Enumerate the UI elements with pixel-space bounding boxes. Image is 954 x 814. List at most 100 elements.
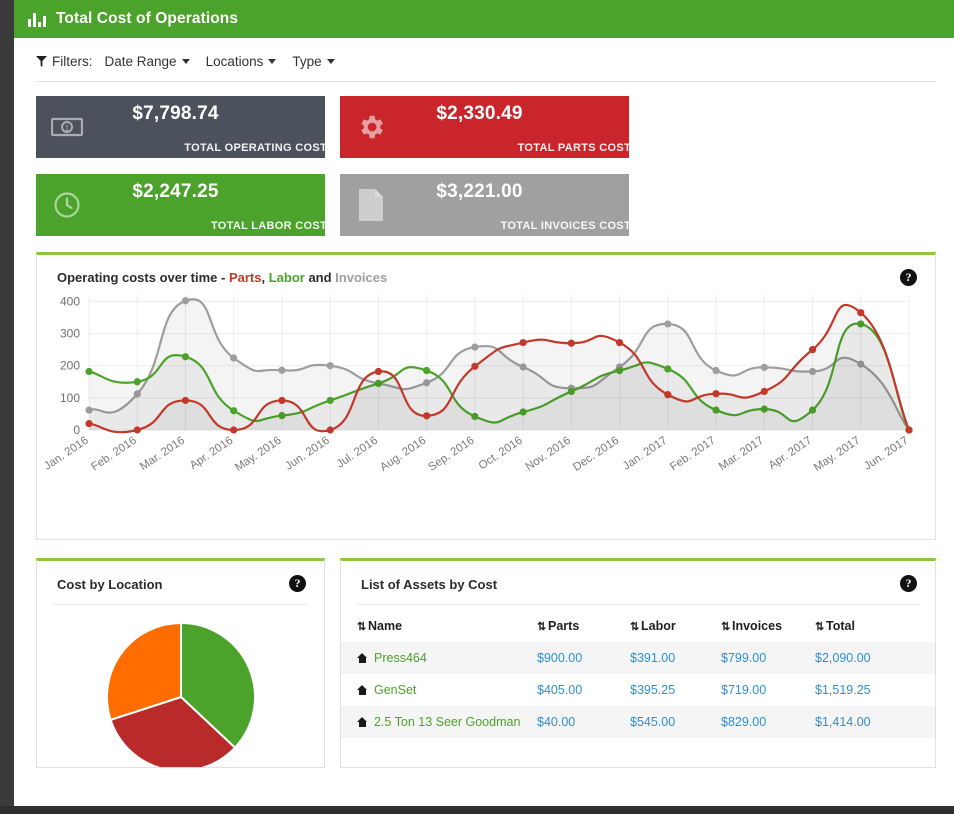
cell-parts: $900.00 — [537, 651, 583, 665]
x-axis-tick-label: Jan. 2017 — [621, 435, 670, 473]
data-point[interactable] — [712, 366, 720, 375]
cell-parts: $40.00 — [537, 715, 576, 729]
bar-chart-icon — [28, 11, 46, 27]
kpi-card-total-labor-cost[interactable]: $2,247.25 TOTAL LABOR COST — [36, 174, 325, 236]
table-row[interactable]: Press464 $900.00 $391.00 $799.00 $2,090.00 — [341, 642, 935, 674]
cost-by-location-pie[interactable] — [86, 615, 276, 768]
x-axis-tick-label: Apr. 2016 — [188, 435, 236, 472]
cell-labor: $395.25 — [630, 683, 676, 697]
filter-locations[interactable]: Locations — [206, 54, 277, 69]
data-point[interactable] — [712, 390, 720, 398]
data-point[interactable] — [857, 309, 865, 317]
data-point[interactable] — [760, 363, 768, 371]
data-point[interactable] — [133, 378, 141, 386]
assets-table-body: Press464 $900.00 $391.00 $799.00 $2,090.00 Ge… — [341, 642, 935, 738]
table-row[interactable]: GenSet $405.00 $395.25 $719.00 $1,519.25 — [341, 674, 935, 706]
data-point[interactable] — [664, 365, 672, 373]
pie-panel-title: Cost by Location — [57, 577, 163, 592]
kpi-card-total-invoices-cost[interactable]: $3,221.00 TOTAL INVOICES COST — [340, 174, 629, 236]
legend-parts: Parts — [228, 270, 262, 285]
data-point[interactable] — [615, 338, 624, 347]
page-root: Total Cost of Operations Filters: Date R… — [0, 0, 954, 814]
data-point[interactable] — [181, 353, 190, 361]
data-point[interactable] — [133, 426, 141, 434]
legend-invoices: Invoices — [335, 270, 388, 285]
column-header-name[interactable]: ⇅ Name — [341, 605, 531, 642]
sort-icon: ⇅ — [630, 621, 640, 633]
data-point[interactable] — [85, 419, 93, 428]
help-icon[interactable]: ? — [900, 575, 917, 592]
svg-text:1: 1 — [65, 124, 70, 133]
app-viewport: Total Cost of Operations Filters: Date R… — [14, 0, 954, 806]
data-point[interactable] — [471, 343, 479, 351]
help-icon[interactable]: ? — [900, 269, 917, 286]
data-point[interactable] — [326, 396, 334, 405]
home-icon — [357, 685, 368, 695]
data-point[interactable] — [905, 426, 913, 434]
line-chart-svg[interactable]: 0 100 200 300 400 Jan. 2016Feb. 2016 Mar. 2016… — [37, 285, 917, 520]
filter-date-range-label: Date Range — [104, 54, 177, 69]
chart-header: Operating costs over time - Parts, Labor… — [37, 255, 935, 286]
x-axis-tick-label: Jun. 2017 — [862, 435, 911, 473]
filter-funnel-icon — [36, 56, 47, 67]
data-point[interactable] — [423, 366, 431, 375]
filter-type[interactable]: Type — [292, 54, 335, 69]
column-header-parts[interactable]: ⇅ Parts — [531, 605, 624, 642]
x-axis-tick-label: Jan. 2016 — [42, 435, 91, 473]
kpi-card-total-operating-cost[interactable]: 1 $7,798.74 TOTAL OPERATING COST — [36, 96, 325, 158]
filter-date-range[interactable]: Date Range — [105, 54, 190, 69]
assets-table-header-row: ⇅ Name ⇅ Parts ⇅ Labor ⇅ Invoices ⇅ Tota… — [341, 605, 935, 642]
y-axis-tick-label: 300 — [60, 327, 80, 341]
column-header-invoices[interactable]: ⇅ Invoices — [715, 605, 809, 642]
x-axis-tick-label: Jul. 2016 — [335, 435, 380, 471]
x-axis-tick-label: Aug. 2016 — [378, 435, 428, 474]
asset-link[interactable]: 2.5 Ton 13 Seer Goodman — [374, 715, 520, 729]
asset-link[interactable]: GenSet — [374, 683, 416, 697]
data-point[interactable] — [181, 297, 190, 305]
data-point[interactable] — [230, 354, 238, 362]
x-axis-tick-label: Jun. 2016 — [283, 435, 332, 473]
chevron-down-icon — [181, 59, 190, 64]
window-bottom-bar — [0, 806, 954, 814]
data-point[interactable] — [230, 407, 238, 415]
data-point[interactable] — [326, 362, 334, 370]
data-point[interactable] — [326, 426, 334, 434]
data-point[interactable] — [664, 320, 672, 328]
data-point[interactable] — [85, 367, 93, 376]
column-header-total-label: Total — [826, 619, 855, 633]
data-point[interactable] — [181, 396, 190, 405]
y-axis-tick-label: 0 — [73, 423, 80, 437]
home-icon — [357, 717, 368, 727]
data-point[interactable] — [760, 387, 768, 396]
table-row[interactable]: 2.5 Ton 13 Seer Goodman $40.00 $545.00 $829… — [341, 706, 935, 738]
cell-parts: $405.00 — [537, 683, 583, 697]
asset-link[interactable]: Press464 — [374, 651, 427, 665]
home-icon — [357, 653, 368, 663]
help-icon[interactable]: ? — [289, 575, 306, 592]
data-point[interactable] — [278, 396, 286, 405]
cell-labor: $391.00 — [630, 651, 676, 665]
cell-name: Press464 — [341, 642, 531, 674]
data-point[interactable] — [519, 338, 527, 347]
legend-labor: Labor — [268, 270, 305, 285]
data-point[interactable] — [230, 426, 238, 434]
column-header-total[interactable]: ⇅ Total — [809, 605, 935, 642]
data-point[interactable] — [808, 346, 817, 354]
data-point[interactable] — [374, 367, 383, 376]
kpi-value: $7,798.74 — [132, 103, 219, 124]
column-header-labor[interactable]: ⇅ Labor — [624, 605, 715, 642]
data-point[interactable] — [664, 391, 672, 399]
kpi-card-total-parts-cost[interactable]: $2,330.49 TOTAL PARTS COST — [340, 96, 629, 158]
filter-locations-label: Locations — [205, 54, 264, 69]
app-header: Total Cost of Operations — [14, 0, 954, 38]
data-point[interactable] — [278, 366, 286, 374]
data-point[interactable] — [567, 339, 575, 347]
y-axis-tick-label: 100 — [60, 391, 80, 405]
data-point[interactable] — [423, 412, 431, 420]
assets-panel-title: List of Assets by Cost — [361, 577, 498, 592]
kpi-label: TOTAL OPERATING COST — [184, 142, 325, 154]
data-point[interactable] — [471, 362, 479, 370]
chart-title-sep2: and — [304, 270, 336, 285]
filters-label: Filters: — [52, 54, 93, 69]
operating-costs-chart-panel: Operating costs over time - Parts, Labor… — [36, 252, 936, 540]
